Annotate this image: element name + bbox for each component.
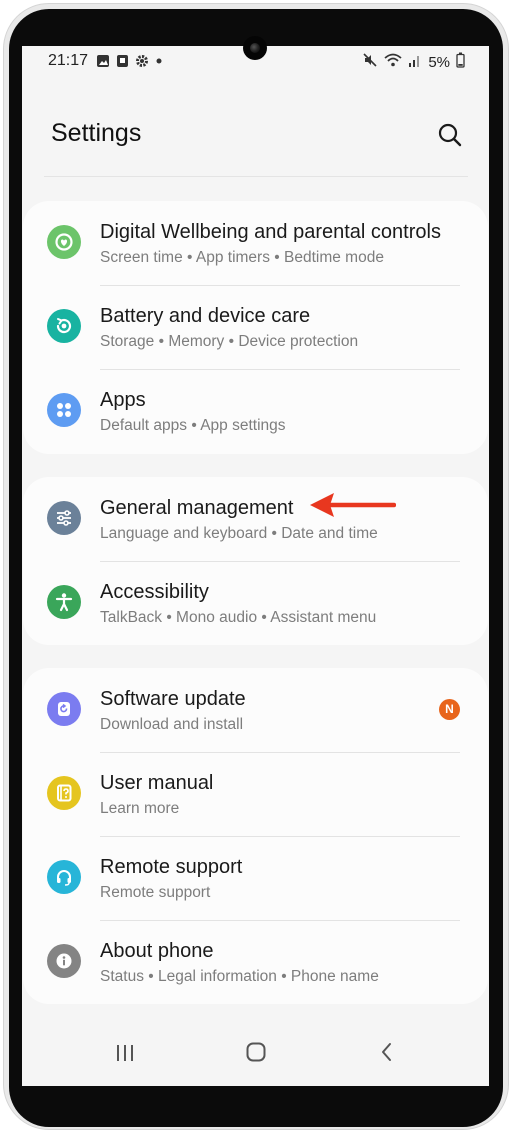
item-title: Apps	[100, 389, 146, 411]
item-title: About phone	[100, 940, 214, 962]
notification-icon	[116, 54, 129, 73]
info-icon	[47, 944, 81, 978]
manual-icon	[47, 776, 81, 810]
item-subtitle: Remote support	[100, 884, 211, 901]
item-subtitle: Language and keyboard • Date and time	[100, 525, 378, 542]
red-arrow-icon	[308, 490, 397, 520]
item-title: Accessibility	[100, 581, 209, 603]
wellbeing-icon	[47, 225, 81, 259]
settings-item-digital-wellbeing[interactable]: Digital Wellbeing and parental controls …	[23, 201, 488, 285]
header-divider	[44, 176, 468, 177]
item-title: Digital Wellbeing and parental controls	[100, 221, 441, 243]
front-camera	[243, 36, 267, 60]
dot-icon	[155, 54, 163, 73]
item-subtitle: Download and install	[100, 716, 244, 733]
headset-icon	[47, 860, 81, 894]
screen: 21:17 5% Settings Digital Wellbeing and …	[22, 46, 489, 1086]
item-title: General management	[100, 497, 294, 519]
settings-item-apps[interactable]: Apps Default apps • App settings	[23, 369, 488, 453]
wifi-icon	[384, 52, 402, 73]
battery-percent: 5%	[428, 54, 450, 71]
item-subtitle: Screen time • App timers • Bedtime mode	[100, 249, 384, 266]
software-update-icon	[47, 692, 81, 726]
sliders-icon	[47, 501, 81, 535]
settings-group-1: Digital Wellbeing and parental controls …	[23, 201, 488, 454]
settings-item-battery-device-care[interactable]: Battery and device care Storage • Memory…	[23, 285, 488, 369]
status-time: 21:17	[48, 52, 89, 69]
gallery-icon	[96, 54, 110, 73]
settings-item-remote-support[interactable]: Remote support Remote support	[23, 836, 488, 920]
settings-group-3: Software update Download and install N U…	[23, 668, 488, 1004]
back-icon[interactable]	[378, 1041, 396, 1068]
item-title: Battery and device care	[100, 305, 311, 327]
signal-icon	[408, 52, 422, 73]
status-right-icons: 5%	[362, 52, 465, 73]
settings-item-general-management[interactable]: General management Language and keyboard…	[23, 477, 488, 561]
device-care-icon	[47, 309, 81, 343]
status-left-icons	[96, 54, 163, 73]
mute-icon	[362, 52, 378, 73]
recent-apps-icon[interactable]	[114, 1042, 136, 1069]
settings-item-software-update[interactable]: Software update Download and install N	[23, 668, 488, 752]
navigation-bar	[22, 1036, 489, 1084]
item-subtitle: Learn more	[100, 800, 180, 817]
search-icon[interactable]	[437, 122, 463, 148]
gear-icon	[135, 54, 149, 73]
page-title: Settings	[51, 119, 142, 147]
item-subtitle: Default apps • App settings	[100, 417, 286, 434]
apps-icon	[47, 393, 81, 427]
settings-item-about-phone[interactable]: About phone Status • Legal information •…	[23, 920, 488, 1004]
settings-item-user-manual[interactable]: User manual Learn more	[23, 752, 488, 836]
item-subtitle: Status • Legal information • Phone name	[100, 968, 379, 985]
settings-group-2: General management Language and keyboard…	[23, 477, 488, 645]
item-subtitle: TalkBack • Mono audio • Assistant menu	[100, 609, 377, 626]
item-title: Remote support	[100, 856, 243, 878]
item-title: Software update	[100, 688, 246, 710]
item-title: User manual	[100, 772, 214, 794]
battery-icon	[456, 52, 465, 73]
settings-item-accessibility[interactable]: Accessibility TalkBack • Mono audio • As…	[23, 561, 488, 645]
item-subtitle: Storage • Memory • Device protection	[100, 333, 359, 350]
home-icon[interactable]	[245, 1040, 267, 1069]
new-badge: N	[439, 699, 460, 720]
accessibility-icon	[47, 585, 81, 619]
